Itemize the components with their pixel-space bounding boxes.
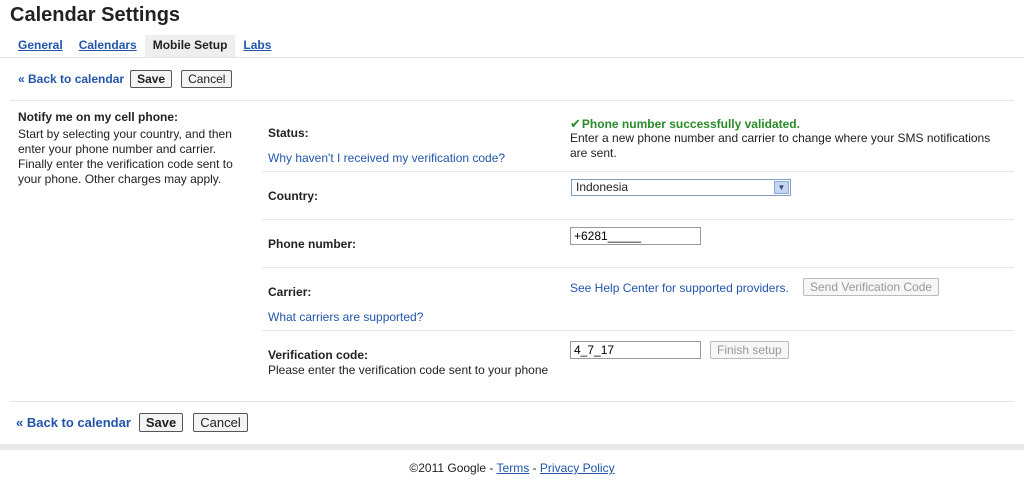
settings-tabs: General Calendars Mobile Setup Labs bbox=[10, 35, 279, 57]
back-to-calendar-link[interactable]: « Back to calendar bbox=[16, 415, 131, 430]
notify-title: Notify me on my cell phone: bbox=[18, 110, 179, 124]
row-divider bbox=[262, 171, 1014, 172]
tab-labs[interactable]: Labs bbox=[235, 35, 279, 57]
verification-label: Verification code: bbox=[268, 348, 369, 362]
country-label: Country: bbox=[268, 189, 318, 203]
footer: ©2011 Google - Terms - Privacy Policy bbox=[0, 461, 1024, 475]
send-verification-code-button[interactable]: Send Verification Code bbox=[803, 278, 940, 296]
chevron-down-icon[interactable]: ▼ bbox=[774, 181, 789, 194]
notify-description: Start by selecting your country, and the… bbox=[18, 127, 233, 186]
status-message: ✔Phone number successfully validated. bbox=[570, 116, 800, 132]
row-divider bbox=[262, 219, 1014, 220]
section-divider-top bbox=[10, 100, 1014, 101]
tabs-divider bbox=[0, 57, 1024, 58]
row-divider bbox=[262, 330, 1014, 331]
save-button[interactable]: Save bbox=[130, 70, 173, 88]
status-description: Enter a new phone number and carrier to … bbox=[570, 131, 991, 160]
cancel-button[interactable]: Cancel bbox=[193, 413, 248, 432]
footer-copyright: ©2011 Google bbox=[409, 461, 487, 475]
country-select-value: Indonesia bbox=[576, 180, 629, 194]
save-button[interactable]: Save bbox=[138, 413, 184, 432]
checkmark-icon: ✔ bbox=[570, 116, 581, 131]
section-divider-bottom bbox=[10, 401, 1014, 402]
cancel-button[interactable]: Cancel bbox=[181, 70, 233, 88]
footer-separator: - bbox=[532, 461, 537, 475]
verification-code-input[interactable] bbox=[570, 341, 701, 359]
verification-help-link[interactable]: Why haven't I received my verification c… bbox=[268, 151, 505, 165]
phone-number-input[interactable] bbox=[570, 227, 701, 245]
country-select[interactable]: Indonesia ▼ bbox=[571, 179, 791, 196]
help-center-link[interactable]: See Help Center for supported providers. bbox=[570, 281, 789, 295]
phone-label: Phone number: bbox=[268, 237, 357, 251]
row-divider bbox=[262, 267, 1014, 268]
status-label: Status: bbox=[268, 126, 309, 140]
privacy-policy-link[interactable]: Privacy Policy bbox=[540, 461, 615, 475]
top-actions: « Back to calendar Save Cancel bbox=[18, 70, 233, 88]
status-message-text: Phone number successfully validated. bbox=[581, 117, 800, 131]
page-title: Calendar Settings bbox=[10, 4, 181, 26]
tab-mobile-setup[interactable]: Mobile Setup bbox=[144, 35, 236, 57]
back-to-calendar-link[interactable]: « Back to calendar bbox=[18, 72, 124, 86]
finish-setup-button[interactable]: Finish setup bbox=[710, 341, 789, 359]
tab-general[interactable]: General bbox=[10, 35, 71, 57]
bottom-actions: « Back to calendar Save Cancel bbox=[16, 413, 248, 432]
terms-link[interactable]: Terms bbox=[497, 461, 530, 475]
tab-calendars[interactable]: Calendars bbox=[71, 35, 145, 57]
carriers-supported-link[interactable]: What carriers are supported? bbox=[268, 310, 423, 324]
carrier-label: Carrier: bbox=[268, 285, 312, 299]
footer-band bbox=[0, 444, 1024, 450]
footer-separator: - bbox=[489, 461, 494, 475]
verification-note: Please enter the verification code sent … bbox=[268, 363, 549, 377]
